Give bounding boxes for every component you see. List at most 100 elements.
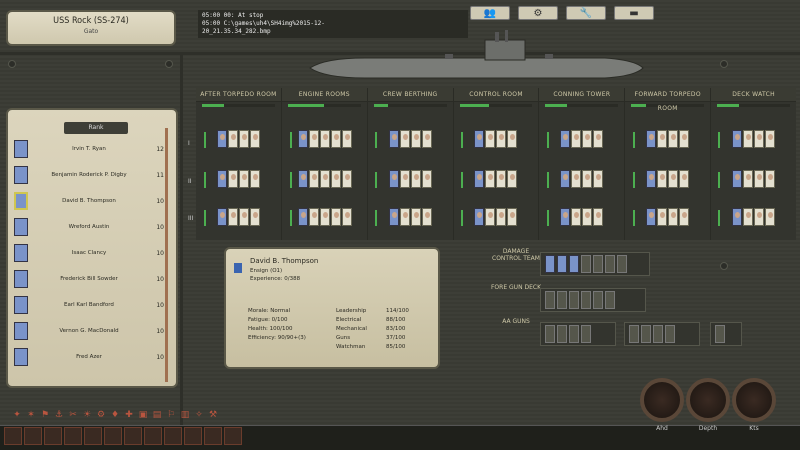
depth-gauge[interactable]: Depth	[686, 378, 730, 432]
crew-slot[interactable]	[388, 170, 399, 188]
crew-list-row[interactable]: Fred Azer 10	[14, 346, 164, 368]
station-slot[interactable]	[581, 291, 591, 309]
command-button[interactable]	[44, 427, 62, 445]
crew-slot[interactable]	[507, 170, 518, 188]
station-slot[interactable]	[569, 291, 579, 309]
crew-list-row[interactable]: Earl Karl Bandford 10	[14, 294, 164, 316]
station-slot[interactable]	[605, 255, 615, 273]
order-icon[interactable]: ▥	[180, 410, 190, 420]
crew-slot[interactable]	[645, 208, 656, 226]
command-button[interactable]	[24, 427, 42, 445]
crew-slot[interactable]	[764, 130, 775, 148]
crew-slot[interactable]	[239, 170, 250, 188]
crew-slot[interactable]	[410, 170, 421, 188]
crew-slot[interactable]	[645, 170, 656, 188]
crew-slot[interactable]	[330, 208, 341, 226]
misc-tab-button[interactable]: ▬	[614, 6, 654, 20]
crew-slot[interactable]	[297, 170, 308, 188]
order-icon[interactable]: ⚒	[208, 410, 218, 420]
crew-slot[interactable]	[410, 130, 421, 148]
crew-slot[interactable]	[308, 130, 319, 148]
station-slot[interactable]	[641, 325, 651, 343]
command-button[interactable]	[224, 427, 242, 445]
crew-slot[interactable]	[753, 130, 764, 148]
station-slot[interactable]	[557, 255, 567, 273]
station-slot[interactable]	[593, 291, 603, 309]
crew-slot[interactable]	[764, 208, 775, 226]
station-slot[interactable]	[665, 325, 675, 343]
crew-slot[interactable]	[593, 130, 604, 148]
crew-slot[interactable]	[582, 130, 593, 148]
command-button[interactable]	[64, 427, 82, 445]
order-icon[interactable]: ☀	[82, 410, 92, 420]
settings-tab-button[interactable]: ⚙	[518, 6, 558, 20]
station-slot[interactable]	[593, 255, 603, 273]
crew-slot[interactable]	[764, 170, 775, 188]
crew-slot[interactable]	[474, 130, 485, 148]
crew-slot[interactable]	[388, 208, 399, 226]
crew-slot[interactable]	[410, 208, 421, 226]
crew-slot[interactable]	[228, 208, 239, 226]
crew-slot[interactable]	[297, 130, 308, 148]
station-slot[interactable]	[545, 255, 555, 273]
crew-slot[interactable]	[474, 208, 485, 226]
order-icon[interactable]: ▣	[138, 410, 148, 420]
crew-slot[interactable]	[593, 170, 604, 188]
crew-list-row[interactable]: Frederick Bill Sowder 10	[14, 268, 164, 290]
order-icon[interactable]: ♦	[110, 410, 120, 420]
station-slot[interactable]	[653, 325, 663, 343]
crew-slot[interactable]	[399, 170, 410, 188]
crew-slot[interactable]	[485, 130, 496, 148]
crew-slot[interactable]	[645, 130, 656, 148]
crew-slot[interactable]	[496, 130, 507, 148]
station-slot[interactable]	[545, 325, 555, 343]
crew-slot[interactable]	[308, 208, 319, 226]
crew-list-scrollbar[interactable]	[165, 128, 168, 382]
crew-slot[interactable]	[341, 130, 352, 148]
command-button[interactable]	[4, 427, 22, 445]
crew-tab-button[interactable]: 👥	[470, 6, 510, 20]
crew-slot[interactable]	[742, 130, 753, 148]
command-button[interactable]	[144, 427, 162, 445]
crew-slot[interactable]	[571, 208, 582, 226]
crew-list-row[interactable]: Benjamin Roderick P. Digby 11	[14, 164, 164, 186]
crew-slot[interactable]	[507, 130, 518, 148]
crew-slot[interactable]	[742, 208, 753, 226]
crew-slot[interactable]	[485, 208, 496, 226]
sort-rank-button[interactable]: Rank	[64, 122, 128, 134]
station-slot[interactable]	[581, 255, 591, 273]
station-slot[interactable]	[617, 255, 627, 273]
command-button[interactable]	[204, 427, 222, 445]
crew-slot[interactable]	[399, 130, 410, 148]
speed-gauge[interactable]: Kts	[732, 378, 776, 432]
crew-slot[interactable]	[678, 130, 689, 148]
crew-slot[interactable]	[239, 208, 250, 226]
order-icon[interactable]: ⚙	[96, 410, 106, 420]
crew-slot[interactable]	[560, 170, 571, 188]
crew-slot[interactable]	[667, 130, 678, 148]
crew-slot[interactable]	[496, 208, 507, 226]
crew-slot[interactable]	[656, 170, 667, 188]
crew-slot[interactable]	[341, 170, 352, 188]
crew-slot[interactable]	[656, 208, 667, 226]
crew-slot[interactable]	[319, 208, 330, 226]
crew-list-row[interactable]: David B. Thompson 10	[14, 190, 164, 212]
order-icon[interactable]: ▤	[152, 410, 162, 420]
tools-tab-button[interactable]: 🔧	[566, 6, 606, 20]
crew-slot[interactable]	[731, 130, 742, 148]
crew-slot[interactable]	[593, 208, 604, 226]
crew-list-row[interactable]: Wreford Austin 10	[14, 216, 164, 238]
crew-slot[interactable]	[678, 208, 689, 226]
crew-slot[interactable]	[250, 130, 261, 148]
crew-slot[interactable]	[239, 130, 250, 148]
crew-slot[interactable]	[667, 208, 678, 226]
crew-list-row[interactable]: Irvin T. Ryan 12	[14, 138, 164, 160]
crew-slot[interactable]	[753, 170, 764, 188]
crew-list-row[interactable]: Isaac Clancy 10	[14, 242, 164, 264]
crew-slot[interactable]	[496, 170, 507, 188]
crew-slot[interactable]	[731, 170, 742, 188]
crew-slot[interactable]	[742, 170, 753, 188]
command-button[interactable]	[84, 427, 102, 445]
crew-slot[interactable]	[228, 130, 239, 148]
command-button[interactable]	[124, 427, 142, 445]
